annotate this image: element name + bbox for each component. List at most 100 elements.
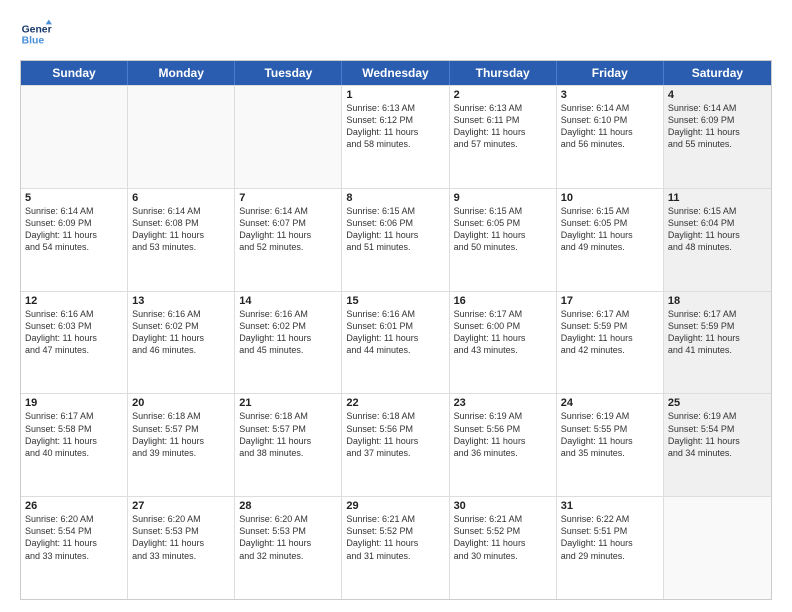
calendar-row-3: 12Sunrise: 6:16 AMSunset: 6:03 PMDayligh… — [21, 291, 771, 394]
day-cell-2: 2Sunrise: 6:13 AMSunset: 6:11 PMDaylight… — [450, 86, 557, 188]
day-cell-6: 6Sunrise: 6:14 AMSunset: 6:08 PMDaylight… — [128, 189, 235, 291]
day-info: Sunrise: 6:17 AMSunset: 5:58 PMDaylight:… — [25, 410, 123, 459]
svg-text:General: General — [22, 24, 52, 35]
day-number: 14 — [239, 295, 337, 307]
day-info: Sunrise: 6:17 AMSunset: 5:59 PMDaylight:… — [668, 308, 767, 357]
day-number: 5 — [25, 192, 123, 204]
day-number: 22 — [346, 397, 444, 409]
day-number: 2 — [454, 89, 552, 101]
day-info: Sunrise: 6:18 AMSunset: 5:57 PMDaylight:… — [239, 410, 337, 459]
day-info: Sunrise: 6:16 AMSunset: 6:03 PMDaylight:… — [25, 308, 123, 357]
day-info: Sunrise: 6:20 AMSunset: 5:53 PMDaylight:… — [239, 513, 337, 562]
day-cell-21: 21Sunrise: 6:18 AMSunset: 5:57 PMDayligh… — [235, 394, 342, 496]
day-cell-9: 9Sunrise: 6:15 AMSunset: 6:05 PMDaylight… — [450, 189, 557, 291]
day-info: Sunrise: 6:17 AMSunset: 6:00 PMDaylight:… — [454, 308, 552, 357]
empty-cell — [128, 86, 235, 188]
day-number: 29 — [346, 500, 444, 512]
day-number: 11 — [668, 192, 767, 204]
day-cell-22: 22Sunrise: 6:18 AMSunset: 5:56 PMDayligh… — [342, 394, 449, 496]
day-number: 10 — [561, 192, 659, 204]
day-info: Sunrise: 6:14 AMSunset: 6:07 PMDaylight:… — [239, 205, 337, 254]
svg-text:Blue: Blue — [22, 36, 45, 47]
day-cell-29: 29Sunrise: 6:21 AMSunset: 5:52 PMDayligh… — [342, 497, 449, 599]
day-number: 15 — [346, 295, 444, 307]
day-number: 19 — [25, 397, 123, 409]
day-info: Sunrise: 6:15 AMSunset: 6:05 PMDaylight:… — [561, 205, 659, 254]
day-number: 16 — [454, 295, 552, 307]
day-cell-16: 16Sunrise: 6:17 AMSunset: 6:00 PMDayligh… — [450, 292, 557, 394]
day-info: Sunrise: 6:22 AMSunset: 5:51 PMDaylight:… — [561, 513, 659, 562]
day-cell-18: 18Sunrise: 6:17 AMSunset: 5:59 PMDayligh… — [664, 292, 771, 394]
day-number: 8 — [346, 192, 444, 204]
calendar-body: 1Sunrise: 6:13 AMSunset: 6:12 PMDaylight… — [21, 85, 771, 599]
day-info: Sunrise: 6:21 AMSunset: 5:52 PMDaylight:… — [454, 513, 552, 562]
day-number: 20 — [132, 397, 230, 409]
day-info: Sunrise: 6:16 AMSunset: 6:02 PMDaylight:… — [132, 308, 230, 357]
day-cell-20: 20Sunrise: 6:18 AMSunset: 5:57 PMDayligh… — [128, 394, 235, 496]
day-cell-23: 23Sunrise: 6:19 AMSunset: 5:56 PMDayligh… — [450, 394, 557, 496]
day-cell-25: 25Sunrise: 6:19 AMSunset: 5:54 PMDayligh… — [664, 394, 771, 496]
logo: General Blue — [20, 18, 52, 50]
day-number: 28 — [239, 500, 337, 512]
day-info: Sunrise: 6:14 AMSunset: 6:09 PMDaylight:… — [668, 102, 767, 151]
day-cell-24: 24Sunrise: 6:19 AMSunset: 5:55 PMDayligh… — [557, 394, 664, 496]
calendar-row-5: 26Sunrise: 6:20 AMSunset: 5:54 PMDayligh… — [21, 496, 771, 599]
day-info: Sunrise: 6:15 AMSunset: 6:05 PMDaylight:… — [454, 205, 552, 254]
day-info: Sunrise: 6:19 AMSunset: 5:55 PMDaylight:… — [561, 410, 659, 459]
day-cell-15: 15Sunrise: 6:16 AMSunset: 6:01 PMDayligh… — [342, 292, 449, 394]
day-info: Sunrise: 6:15 AMSunset: 6:06 PMDaylight:… — [346, 205, 444, 254]
weekday-header-tuesday: Tuesday — [235, 61, 342, 85]
day-cell-19: 19Sunrise: 6:17 AMSunset: 5:58 PMDayligh… — [21, 394, 128, 496]
logo-icon: General Blue — [20, 18, 52, 50]
calendar-header: SundayMondayTuesdayWednesdayThursdayFrid… — [21, 61, 771, 85]
day-number: 18 — [668, 295, 767, 307]
day-info: Sunrise: 6:16 AMSunset: 6:02 PMDaylight:… — [239, 308, 337, 357]
weekday-header-saturday: Saturday — [664, 61, 771, 85]
day-info: Sunrise: 6:17 AMSunset: 5:59 PMDaylight:… — [561, 308, 659, 357]
day-info: Sunrise: 6:16 AMSunset: 6:01 PMDaylight:… — [346, 308, 444, 357]
day-info: Sunrise: 6:19 AMSunset: 5:56 PMDaylight:… — [454, 410, 552, 459]
day-number: 26 — [25, 500, 123, 512]
day-cell-27: 27Sunrise: 6:20 AMSunset: 5:53 PMDayligh… — [128, 497, 235, 599]
day-info: Sunrise: 6:15 AMSunset: 6:04 PMDaylight:… — [668, 205, 767, 254]
day-number: 6 — [132, 192, 230, 204]
day-info: Sunrise: 6:20 AMSunset: 5:54 PMDaylight:… — [25, 513, 123, 562]
header: General Blue — [20, 18, 772, 50]
day-number: 30 — [454, 500, 552, 512]
day-number: 31 — [561, 500, 659, 512]
empty-cell — [21, 86, 128, 188]
day-number: 25 — [668, 397, 767, 409]
day-cell-1: 1Sunrise: 6:13 AMSunset: 6:12 PMDaylight… — [342, 86, 449, 188]
day-info: Sunrise: 6:14 AMSunset: 6:08 PMDaylight:… — [132, 205, 230, 254]
weekday-header-friday: Friday — [557, 61, 664, 85]
day-cell-11: 11Sunrise: 6:15 AMSunset: 6:04 PMDayligh… — [664, 189, 771, 291]
day-number: 27 — [132, 500, 230, 512]
day-cell-12: 12Sunrise: 6:16 AMSunset: 6:03 PMDayligh… — [21, 292, 128, 394]
day-number: 23 — [454, 397, 552, 409]
day-info: Sunrise: 6:18 AMSunset: 5:57 PMDaylight:… — [132, 410, 230, 459]
day-number: 13 — [132, 295, 230, 307]
day-info: Sunrise: 6:20 AMSunset: 5:53 PMDaylight:… — [132, 513, 230, 562]
day-cell-26: 26Sunrise: 6:20 AMSunset: 5:54 PMDayligh… — [21, 497, 128, 599]
day-info: Sunrise: 6:21 AMSunset: 5:52 PMDaylight:… — [346, 513, 444, 562]
day-cell-10: 10Sunrise: 6:15 AMSunset: 6:05 PMDayligh… — [557, 189, 664, 291]
day-info: Sunrise: 6:14 AMSunset: 6:09 PMDaylight:… — [25, 205, 123, 254]
day-info: Sunrise: 6:19 AMSunset: 5:54 PMDaylight:… — [668, 410, 767, 459]
day-number: 9 — [454, 192, 552, 204]
day-info: Sunrise: 6:14 AMSunset: 6:10 PMDaylight:… — [561, 102, 659, 151]
empty-cell — [235, 86, 342, 188]
day-cell-4: 4Sunrise: 6:14 AMSunset: 6:09 PMDaylight… — [664, 86, 771, 188]
day-cell-17: 17Sunrise: 6:17 AMSunset: 5:59 PMDayligh… — [557, 292, 664, 394]
calendar-row-4: 19Sunrise: 6:17 AMSunset: 5:58 PMDayligh… — [21, 393, 771, 496]
day-cell-14: 14Sunrise: 6:16 AMSunset: 6:02 PMDayligh… — [235, 292, 342, 394]
day-number: 21 — [239, 397, 337, 409]
day-number: 17 — [561, 295, 659, 307]
empty-cell — [664, 497, 771, 599]
day-cell-31: 31Sunrise: 6:22 AMSunset: 5:51 PMDayligh… — [557, 497, 664, 599]
day-info: Sunrise: 6:13 AMSunset: 6:11 PMDaylight:… — [454, 102, 552, 151]
day-cell-30: 30Sunrise: 6:21 AMSunset: 5:52 PMDayligh… — [450, 497, 557, 599]
day-cell-8: 8Sunrise: 6:15 AMSunset: 6:06 PMDaylight… — [342, 189, 449, 291]
calendar: SundayMondayTuesdayWednesdayThursdayFrid… — [20, 60, 772, 600]
day-cell-7: 7Sunrise: 6:14 AMSunset: 6:07 PMDaylight… — [235, 189, 342, 291]
day-number: 4 — [668, 89, 767, 101]
